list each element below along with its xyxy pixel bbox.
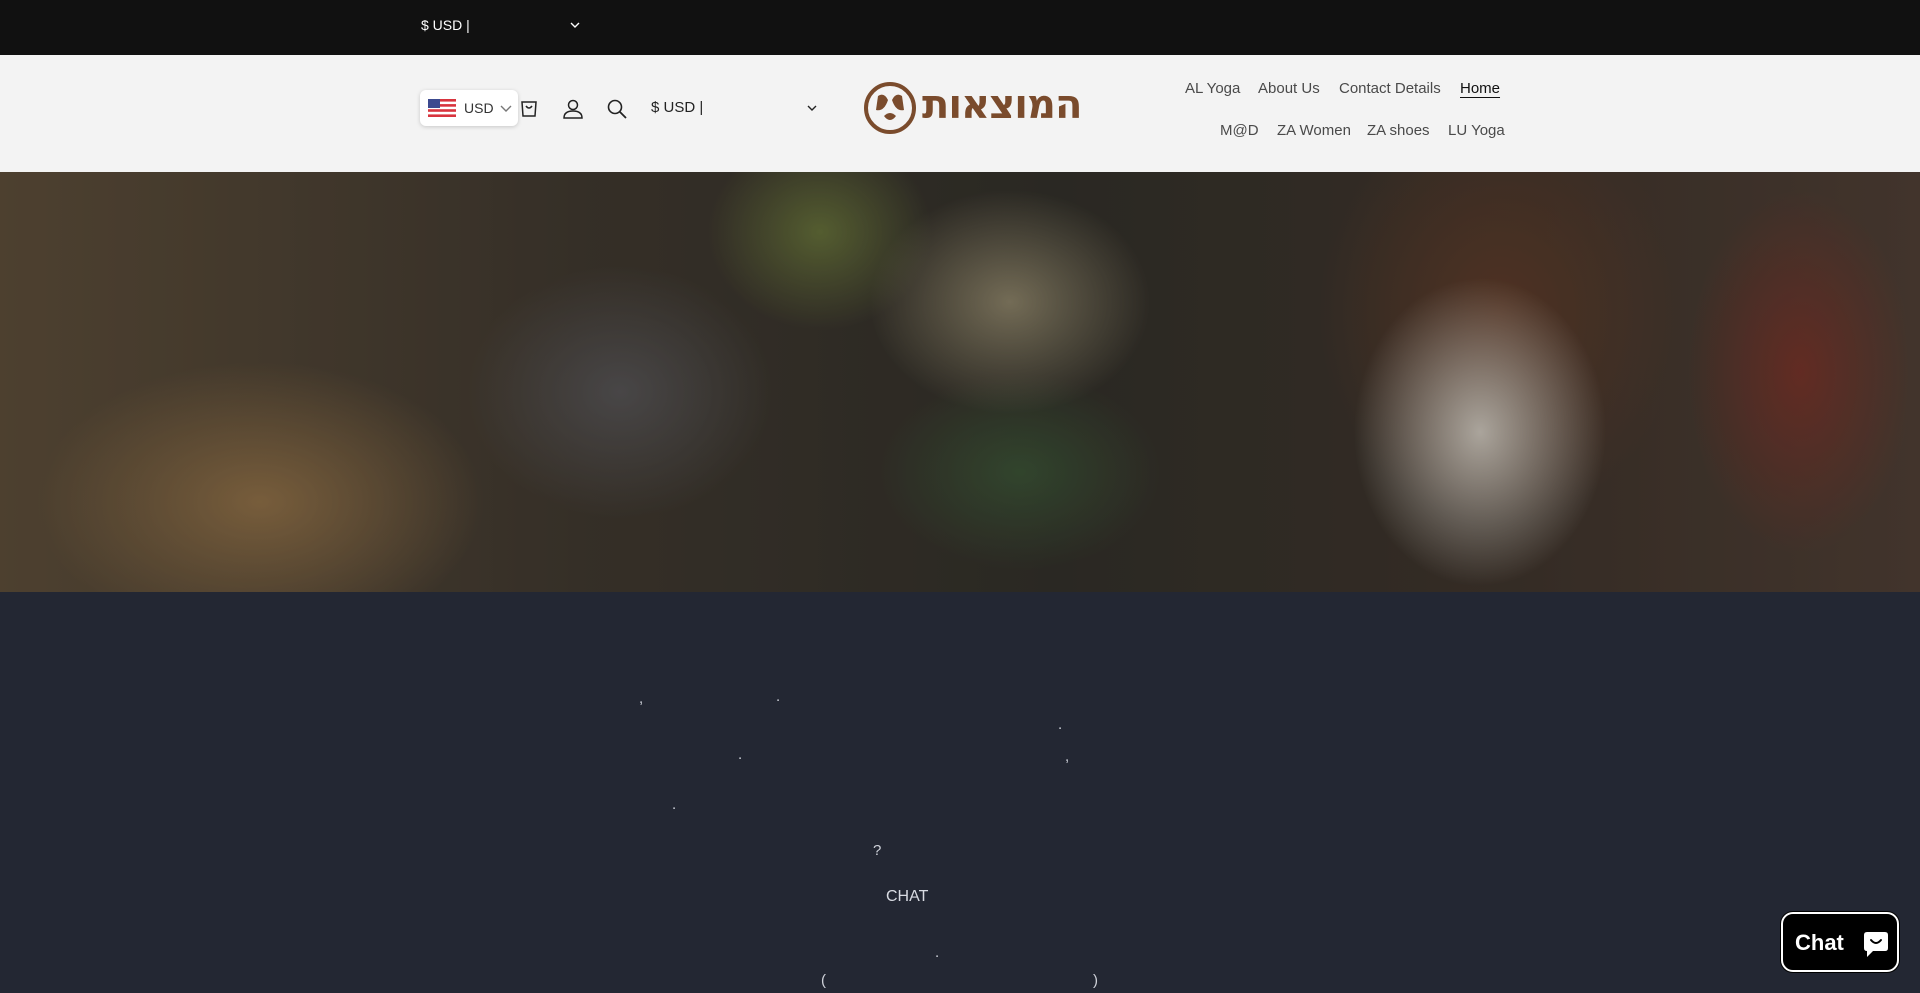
chevron-down-icon[interactable] [805,101,819,115]
chevron-down-icon [500,105,512,112]
us-flag-icon [428,99,456,117]
logo-emblem-icon [864,82,916,134]
hero-banner-image [0,172,1920,592]
hero-overlay [0,172,1920,592]
search-icon[interactable] [604,96,630,122]
nav-item-al-yoga[interactable]: AL Yoga [1185,80,1240,97]
nav-item-za-shoes[interactable]: ZA shoes [1367,122,1430,139]
chat-widget-button[interactable]: Chat [1781,912,1899,972]
chevron-down-icon[interactable] [567,17,583,33]
nav-item-mad[interactable]: M@D [1220,122,1259,139]
content-text-fragment: ) [1093,972,1098,989]
site-logo[interactable]: המוצאות [864,80,1112,136]
chat-bubble-icon [1864,932,1888,957]
content-text-fragment: . [776,688,781,705]
currency-switcher[interactable]: USD [420,90,518,126]
nav-item-home[interactable]: Home [1460,80,1500,97]
nav-item-contact-details[interactable]: Contact Details [1339,80,1441,97]
announcement-currency-selector[interactable]: $ USD | [421,17,470,33]
content-text-fragment: , [1065,748,1070,765]
content-text-fragment: . [672,796,677,813]
chat-widget-label: Chat [1795,930,1844,955]
content-text-fragment: , [639,690,644,707]
nav-item-lu-yoga[interactable]: LU Yoga [1448,122,1505,139]
announcement-bar: $ USD | [0,0,1920,55]
content-text-fragment: . [935,944,940,961]
content-text-fragment: ( [821,972,826,989]
account-icon[interactable] [560,96,586,122]
content-chat-word: CHAT [886,888,929,905]
currency-switcher-label: USD [464,100,494,116]
nav-item-about-us[interactable]: About Us [1258,80,1320,97]
content-text-fragment: . [738,746,743,763]
cart-icon[interactable] [516,96,542,122]
nav-item-za-women[interactable]: ZA Women [1277,122,1351,139]
content-text-fragment: . [1058,716,1063,733]
header-currency-selector[interactable]: $ USD | [651,99,703,116]
content-section [0,592,1920,993]
content-text-fragment: ? [873,842,882,859]
logo-text: המוצאות [922,82,1082,128]
